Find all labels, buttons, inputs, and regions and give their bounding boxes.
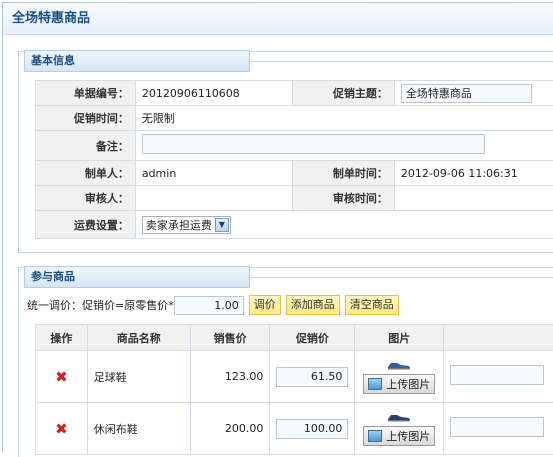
theme-label: 促销主题： <box>293 81 395 106</box>
review-time-label: 审核时间： <box>293 186 395 211</box>
page-title: 全场特惠商品 <box>3 3 553 35</box>
order-no-value: 20120906110608 <box>135 81 292 106</box>
reviewer-value <box>135 186 292 211</box>
upload-label: 上传图片 <box>386 428 430 444</box>
creator-label: 制单人： <box>36 161 136 186</box>
theme-input[interactable]: 全场特惠商品 <box>401 84 532 103</box>
goods-section: 参与商品 统一调价：促销价=原零售价* 1.00 调价 添加商品 清空商品 操作… <box>18 267 553 457</box>
image-icon <box>368 378 382 390</box>
divider <box>250 61 553 62</box>
review-time-value <box>394 186 553 211</box>
extra-input[interactable] <box>450 365 544 385</box>
remark-label: 备注： <box>36 131 136 161</box>
goods-price: 123.00 <box>190 351 270 403</box>
extra-input[interactable] <box>450 417 544 437</box>
shipping-select[interactable]: 卖家承担运费 ▼ <box>142 216 231 234</box>
column-header: 操作 <box>36 325 88 351</box>
table-row: ✖ 休闲布鞋 200.00 100.00 上传图片 <box>36 403 553 455</box>
shoe-thumbnail <box>387 412 411 422</box>
basic-info-header: 基本信息 <box>24 50 250 72</box>
upload-label: 上传图片 <box>386 376 430 392</box>
unify-price-input[interactable]: 1.00 <box>174 296 244 315</box>
divider <box>250 277 553 278</box>
goods-price: 200.00 <box>190 403 270 455</box>
delete-icon[interactable]: ✖ <box>42 420 81 438</box>
column-header: 促销价 <box>270 325 355 351</box>
goods-table: 操作 商品名称 销售价 促销价 图片 ✖ 足球鞋 123.00 61.50 <box>35 324 553 455</box>
basic-info-section: 基本信息 单据编号： 20120906110608 促销主题： 全场特惠商品 促… <box>18 51 553 253</box>
chevron-down-icon[interactable]: ▼ <box>215 218 229 232</box>
reviewer-label: 审核人： <box>36 186 136 211</box>
column-header: 商品名称 <box>87 325 190 351</box>
column-header: 图片 <box>355 325 444 351</box>
shipping-label: 运费设置： <box>36 211 136 239</box>
promo-time-value: 无限制 <box>135 106 553 131</box>
adjust-price-button[interactable]: 调价 <box>249 295 281 315</box>
unify-price-label: 统一调价：促销价=原零售价* <box>27 297 174 313</box>
goods-name: 足球鞋 <box>87 351 190 403</box>
goods-header: 参与商品 <box>24 266 250 288</box>
create-time-value: 2012-09-06 11:06:31 <box>394 161 553 186</box>
shipping-selected-value: 卖家承担运费 <box>146 217 212 233</box>
creator-value: admin <box>135 161 292 186</box>
unify-price-row: 统一调价：促销价=原零售价* 1.00 调价 添加商品 清空商品 <box>27 294 399 316</box>
promo-time-label: 促销时间： <box>36 106 136 131</box>
clear-goods-button[interactable]: 清空商品 <box>345 295 399 315</box>
upload-image-button[interactable]: 上传图片 <box>363 426 435 446</box>
main-frame: 全场特惠商品 基本信息 单据编号： 20120906110608 促销主题： 全… <box>2 2 553 452</box>
column-header-extra <box>444 325 553 351</box>
basic-info-table: 单据编号： 20120906110608 促销主题： 全场特惠商品 促销时间： … <box>35 80 553 239</box>
remark-input[interactable] <box>142 134 485 154</box>
promo-price-input[interactable]: 61.50 <box>276 367 348 387</box>
add-goods-button[interactable]: 添加商品 <box>286 295 340 315</box>
create-time-label: 制单时间： <box>293 161 395 186</box>
goods-name: 休闲布鞋 <box>87 403 190 455</box>
order-no-label: 单据编号： <box>36 81 136 106</box>
upload-image-button[interactable]: 上传图片 <box>363 374 435 394</box>
shoe-thumbnail <box>387 360 411 370</box>
column-header: 销售价 <box>190 325 270 351</box>
image-icon <box>368 430 382 442</box>
delete-icon[interactable]: ✖ <box>42 368 81 386</box>
table-row: ✖ 足球鞋 123.00 61.50 上传图片 <box>36 351 553 403</box>
promo-price-input[interactable]: 100.00 <box>276 419 348 439</box>
